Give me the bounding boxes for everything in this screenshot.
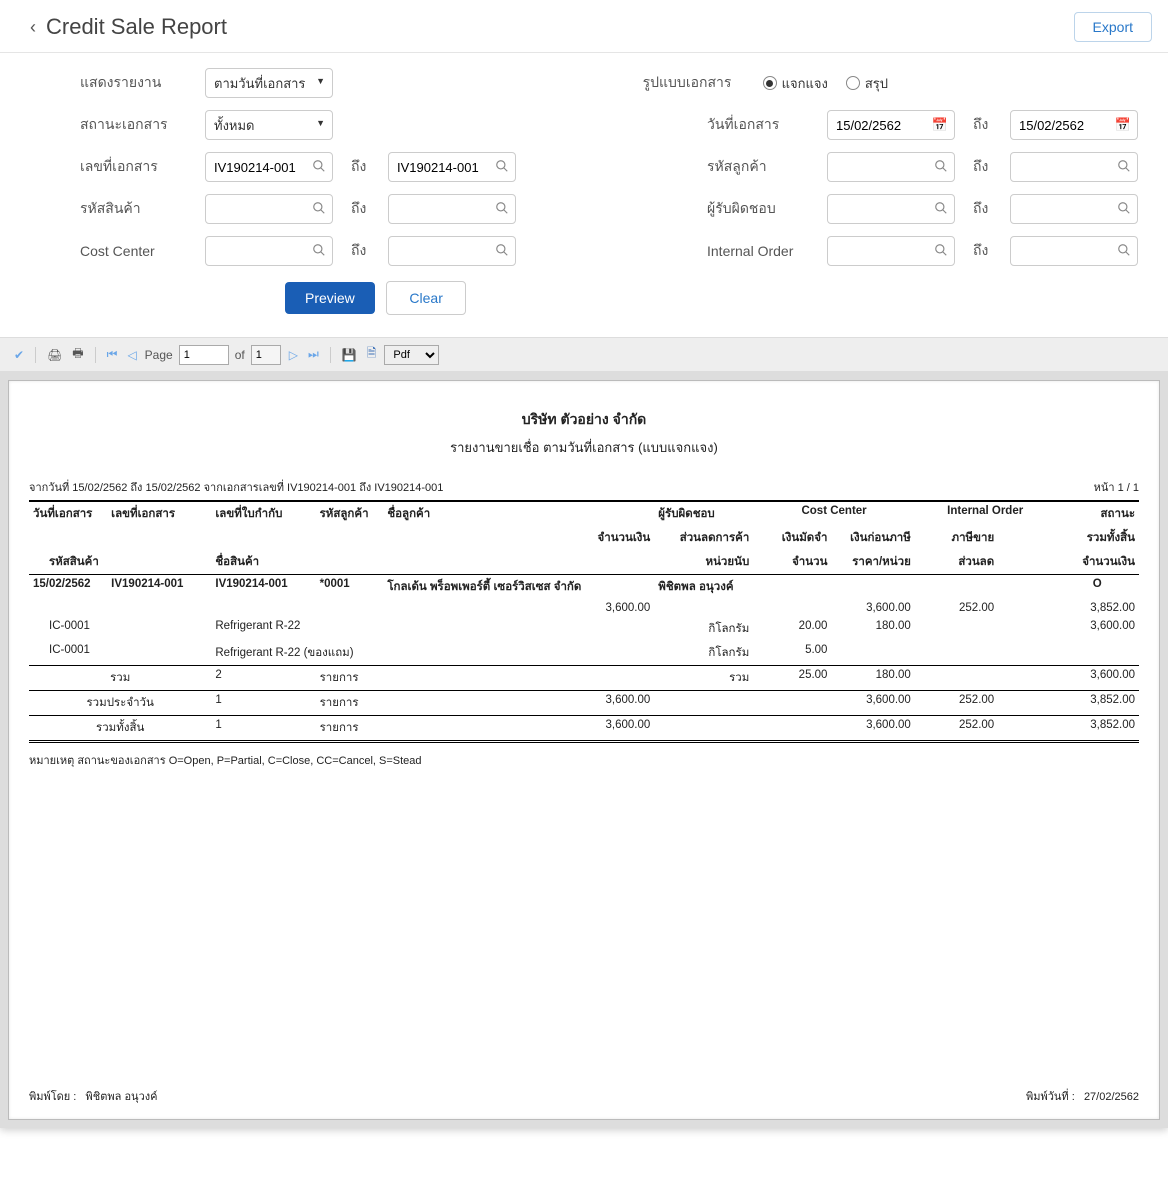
cust-code-to[interactable] bbox=[1010, 152, 1138, 182]
report-table: วันที่เอกสาร เลขที่เอกสาร เลขที่ใบกำกับ … bbox=[29, 500, 1139, 743]
report-title: รายงานขายเชื่อ ตามวันที่เอกสาร (แบบแจกแจ… bbox=[29, 437, 1139, 458]
table-row: รวมทั้งสิ้น 1 รายการ 3,600.00 3,600.00 2… bbox=[29, 716, 1139, 742]
responsible-from[interactable] bbox=[827, 194, 955, 224]
export-button[interactable]: Export bbox=[1074, 12, 1152, 42]
print-current-icon[interactable]: 🖶 bbox=[70, 342, 85, 367]
page-input[interactable] bbox=[179, 345, 229, 365]
save-icon[interactable]: 💾 bbox=[340, 346, 359, 364]
internal-order-to[interactable] bbox=[1010, 236, 1138, 266]
cust-code-from[interactable] bbox=[827, 152, 955, 182]
doc-format-label: รูปแบบเอกสาร bbox=[643, 72, 763, 94]
responsible-label: ผู้รับผิดชอบ bbox=[707, 198, 827, 220]
save-all-icon[interactable]: 🗎 bbox=[365, 342, 379, 367]
internal-order-label: Internal Order bbox=[707, 243, 827, 259]
report-page: หน้า 1 / 1 bbox=[1094, 478, 1139, 496]
report-company: บริษัท ตัวอย่าง จำกัด bbox=[29, 409, 1139, 431]
first-page-icon[interactable]: ⏮ bbox=[105, 345, 120, 364]
print-icon[interactable]: 🖨 bbox=[45, 346, 64, 364]
of-label: of bbox=[235, 348, 245, 362]
item-code-label: รหัสสินค้า bbox=[80, 198, 205, 220]
responsible-to[interactable] bbox=[1010, 194, 1138, 224]
filter-panel: แสดงรายงาน ตามวันที่เอกสาร รูปแบบเอกสาร … bbox=[0, 53, 1168, 337]
doc-date-label: วันที่เอกสาร bbox=[707, 114, 827, 136]
report-footer: พิมพ์โดย : พิชิตพล อนุวงค์ พิมพ์วันที่ :… bbox=[29, 1087, 1139, 1105]
doc-format-summary[interactable]: สรุป bbox=[846, 73, 888, 94]
back-icon[interactable]: ‹ bbox=[30, 17, 36, 38]
doc-status-label: สถานะเอกสาร bbox=[80, 114, 205, 136]
cost-center-from[interactable] bbox=[205, 236, 333, 266]
table-row: รวมประจำวัน 1 รายการ 3,600.00 3,600.00 2… bbox=[29, 691, 1139, 716]
report-range: จากวันที่ 15/02/2562 ถึง 15/02/2562 จากเ… bbox=[29, 478, 443, 496]
page-label: Page bbox=[145, 348, 173, 362]
table-row: IC-0001 Refrigerant R-22 กิโลกรัม 20.00 … bbox=[29, 617, 1139, 641]
item-code-to[interactable] bbox=[388, 194, 516, 224]
page-header: ‹ Credit Sale Report Export bbox=[0, 0, 1168, 53]
radio-icon bbox=[846, 76, 860, 90]
clear-button[interactable]: Clear bbox=[386, 281, 465, 315]
cost-center-to[interactable] bbox=[388, 236, 516, 266]
page-title: Credit Sale Report bbox=[46, 14, 227, 40]
radio-icon bbox=[763, 76, 777, 90]
preview-button[interactable]: Preview bbox=[285, 282, 375, 314]
internal-order-from[interactable] bbox=[827, 236, 955, 266]
doc-format-detailed[interactable]: แจกแจง bbox=[763, 73, 828, 94]
prev-page-icon[interactable]: ◁ bbox=[125, 346, 138, 364]
format-select[interactable]: Pdf bbox=[384, 345, 439, 365]
doc-no-label: เลขที่เอกสาร bbox=[80, 156, 205, 178]
page-total bbox=[251, 345, 281, 365]
table-row: 15/02/2562 IV190214-001 IV190214-001 *00… bbox=[29, 575, 1139, 600]
report-note: หมายเหตุ สถานะของเอกสาร O=Open, P=Partia… bbox=[29, 751, 1139, 769]
last-page-icon[interactable]: ⏭ bbox=[306, 345, 321, 364]
show-report-label: แสดงรายงาน bbox=[80, 72, 205, 94]
item-code-from[interactable] bbox=[205, 194, 333, 224]
show-report-select[interactable]: ตามวันที่เอกสาร bbox=[205, 68, 333, 98]
doc-date-to[interactable]: 📅 bbox=[1010, 110, 1138, 140]
report-body: บริษัท ตัวอย่าง จำกัด รายงานขายเชื่อ ตาม… bbox=[8, 380, 1160, 1120]
doc-status-select[interactable]: ทั้งหมด bbox=[205, 110, 333, 140]
doc-no-from[interactable] bbox=[205, 152, 333, 182]
doc-format-radio-group: แจกแจง สรุป bbox=[763, 73, 888, 94]
table-row: รวม 2 รายการ รวม 25.00 180.00 3,600.00 bbox=[29, 666, 1139, 691]
table-row: 3,600.00 3,600.00 252.00 3,852.00 bbox=[29, 599, 1139, 617]
check-icon[interactable]: ✔ bbox=[12, 346, 26, 364]
cost-center-label: Cost Center bbox=[80, 243, 205, 259]
doc-no-to[interactable] bbox=[388, 152, 516, 182]
doc-date-from[interactable]: 📅 bbox=[827, 110, 955, 140]
next-page-icon[interactable]: ▷ bbox=[287, 346, 300, 364]
cust-code-label: รหัสลูกค้า bbox=[707, 156, 827, 178]
report-toolbar: ✔ 🖨 🖶 ⏮ ◁ Page of ▷ ⏭ 💾 🗎 Pdf bbox=[0, 337, 1168, 372]
table-row: IC-0001 Refrigerant R-22 (ของแถม) กิโลกร… bbox=[29, 641, 1139, 666]
